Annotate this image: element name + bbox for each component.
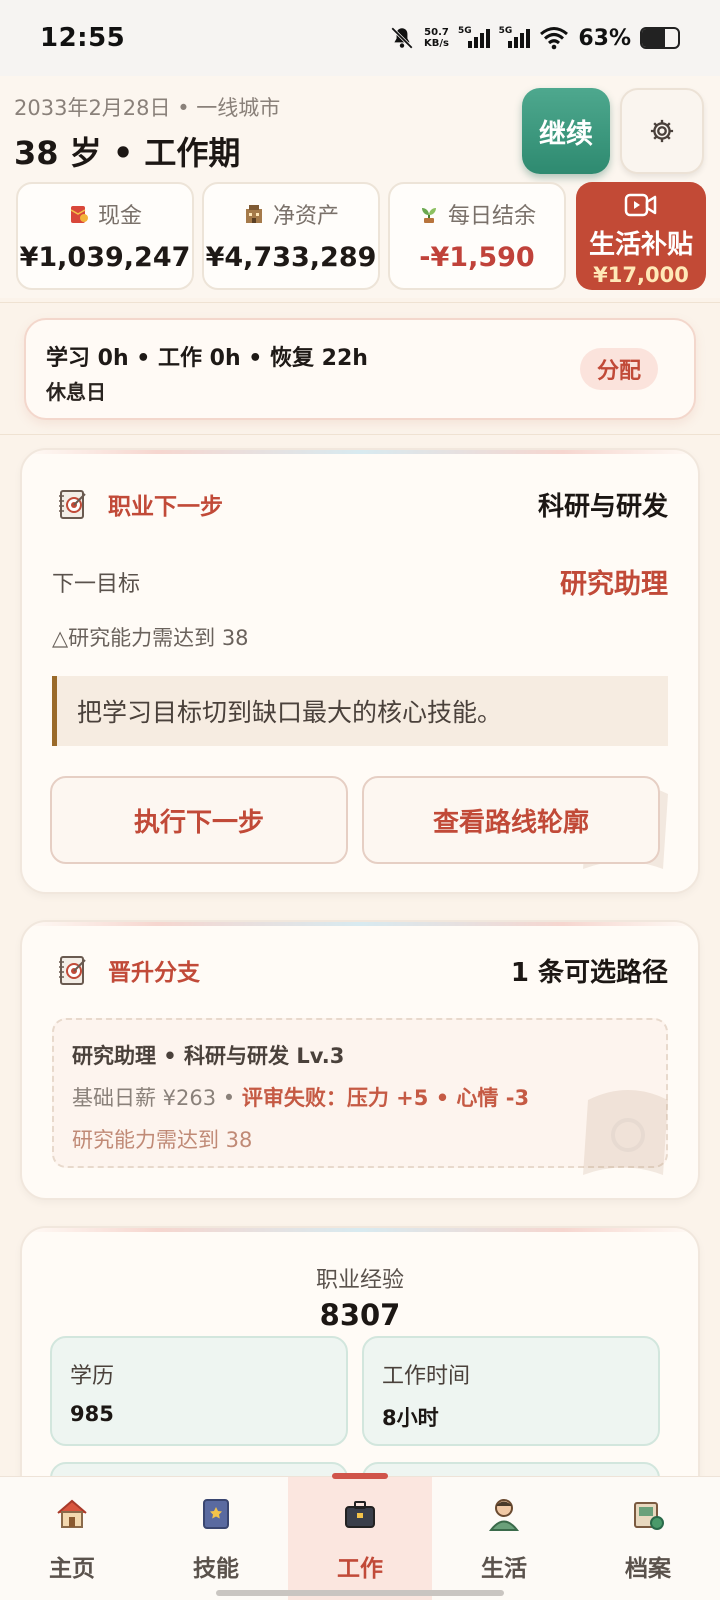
daily-balance-value: -¥1,590 <box>419 242 535 273</box>
divider <box>0 302 720 303</box>
divider <box>0 434 720 435</box>
daily-balance-card: 每日结余 -¥1,590 <box>388 182 566 290</box>
nav-work[interactable]: 工作 <box>288 1473 432 1600</box>
sprout-icon <box>421 208 436 223</box>
battery-percent: 63% <box>578 25 631 51</box>
decorative-scroll-icon <box>583 1090 668 1175</box>
net-assets-card: 净资产 ¥4,733,289 <box>202 182 380 290</box>
briefcase-icon <box>345 1501 375 1528</box>
book-icon <box>203 1499 229 1529</box>
career-next-step-card: 职业下一步 科研与研发 下一目标 研究助理 △研究能力需达到 38 把学习目标切… <box>20 448 700 894</box>
nav-label: 工作 <box>337 1556 383 1582</box>
education-tile: 学历 985 <box>50 1336 348 1446</box>
cash-value: ¥1,039,247 <box>19 242 191 273</box>
requirement-warning: △研究能力需达到 38 <box>52 626 249 650</box>
card-accent-line <box>22 450 698 454</box>
cash-label-row: 现金 <box>18 198 192 230</box>
nav-home[interactable]: 主页 <box>0 1477 144 1600</box>
nav-label: 技能 <box>193 1556 239 1582</box>
nav-label: 主页 <box>49 1556 95 1582</box>
speed-value: 50.7 <box>424 27 449 38</box>
status-icons: 50.7 KB/s 5G 5G 63% <box>389 25 680 51</box>
card-accent-line <box>22 922 698 926</box>
net-assets-label: 净资产 <box>272 204 339 229</box>
status-bar: 12:55 50.7 KB/s 5G 5G 63% <box>0 0 720 76</box>
wifi-icon <box>540 27 569 50</box>
network-type-1: 5G <box>458 25 472 36</box>
base-salary: 基础日薪 ¥263 • <box>72 1086 242 1110</box>
network-speed: 50.7 KB/s <box>424 27 449 49</box>
card-header: 职业下一步 科研与研发 <box>56 484 668 524</box>
home-indicator[interactable] <box>216 1590 504 1596</box>
time-allocation-panel: 学习 0h • 工作 0h • 恢复 22h 休息日 分配 <box>24 318 696 420</box>
card-title: 晋升分支 <box>108 960 200 986</box>
view-route-button[interactable]: 查看路线轮廓 <box>362 776 660 864</box>
red-envelope-icon <box>70 206 88 223</box>
cash-card: 现金 ¥1,039,247 <box>16 182 194 290</box>
nav-life[interactable]: 生活 <box>432 1477 576 1600</box>
net-assets-label-row: 净资产 <box>204 198 378 230</box>
career-field: 科研与研发 <box>537 491 668 522</box>
building-icon <box>245 205 262 223</box>
nav-skills[interactable]: 技能 <box>144 1477 288 1600</box>
path-title: 研究助理 • 科研与研发 Lv.3 <box>72 1044 345 1068</box>
battery-icon <box>640 27 680 49</box>
work-hours-value: 8小时 <box>382 1406 439 1430</box>
education-label: 学历 <box>70 1364 115 1389</box>
bottom-nav: 主页 技能 工作 生活 档案 <box>0 1473 720 1600</box>
signal-1: 5G <box>458 25 490 48</box>
gear-icon <box>650 119 674 143</box>
paths-count: 1 条可选路径 <box>510 957 668 988</box>
allocate-button[interactable]: 分配 <box>580 348 658 390</box>
target-notebook-icon <box>59 490 86 519</box>
path-details: 基础日薪 ¥263 • 评审失败：压力 +5 • 心情 -3 <box>72 1082 648 1112</box>
allocation-summary: 学习 0h • 工作 0h • 恢复 22h <box>46 346 368 371</box>
cash-label: 现金 <box>97 204 142 229</box>
next-goal-row: 下一目标 研究助理 <box>52 562 668 601</box>
nav-label: 档案 <box>625 1556 671 1582</box>
card-title: 职业下一步 <box>108 494 223 520</box>
next-goal-value: 研究助理 <box>560 569 668 600</box>
review-fail-penalty: 评审失败：压力 +5 • 心情 -3 <box>241 1086 530 1110</box>
house-icon <box>57 1499 87 1528</box>
settings-button[interactable] <box>620 88 704 174</box>
day-type: 休息日 <box>46 380 106 404</box>
net-assets-value: ¥4,733,289 <box>205 242 377 273</box>
bell-muted-icon <box>391 27 413 49</box>
speed-unit: KB/s <box>424 38 450 49</box>
education-value: 985 <box>70 1402 114 1426</box>
archive-icon <box>634 1502 664 1530</box>
experience-value: 8307 <box>319 1298 401 1332</box>
battery-fill <box>642 29 665 47</box>
work-hours-tile: 工作时间 8小时 <box>362 1336 660 1446</box>
card-header: 晋升分支 1 条可选路径 <box>56 950 668 990</box>
nav-archive[interactable]: 档案 <box>576 1477 720 1600</box>
promotion-branch-card: 晋升分支 1 条可选路径 研究助理 • 科研与研发 Lv.3 基础日薪 ¥263… <box>20 920 700 1200</box>
date-city: 2033年2月28日 • 一线城市 <box>14 96 281 120</box>
execute-next-step-button[interactable]: 执行下一步 <box>50 776 348 864</box>
daily-balance-label-row: 每日结余 <box>390 198 564 230</box>
status-time: 12:55 <box>40 23 126 53</box>
target-notebook-icon <box>59 956 86 985</box>
continue-button[interactable]: 继续 <box>522 88 610 174</box>
signal-2: 5G <box>498 25 531 48</box>
network-type-2: 5G <box>498 25 513 36</box>
age-stage: 38 岁 • 工作期 <box>14 134 241 172</box>
living-subsidy-button[interactable]: 生活补贴 ¥17,000 <box>576 182 706 290</box>
work-hours-label: 工作时间 <box>382 1364 471 1389</box>
person-icon <box>488 1499 520 1531</box>
next-goal-label: 下一目标 <box>52 571 141 597</box>
subsidy-title: 生活补贴 <box>588 230 693 260</box>
experience-label: 职业经验 <box>315 1268 404 1293</box>
video-camera-icon <box>624 193 657 217</box>
daily-balance-label: 每日结余 <box>447 204 536 229</box>
card-accent-line <box>22 1228 698 1232</box>
path-requirement: 研究能力需达到 38 <box>72 1128 253 1152</box>
nav-label: 生活 <box>481 1556 527 1582</box>
advice-tip: 把学习目标切到缺口最大的核心技能。 <box>52 676 668 746</box>
subsidy-amount: ¥17,000 <box>593 263 689 287</box>
